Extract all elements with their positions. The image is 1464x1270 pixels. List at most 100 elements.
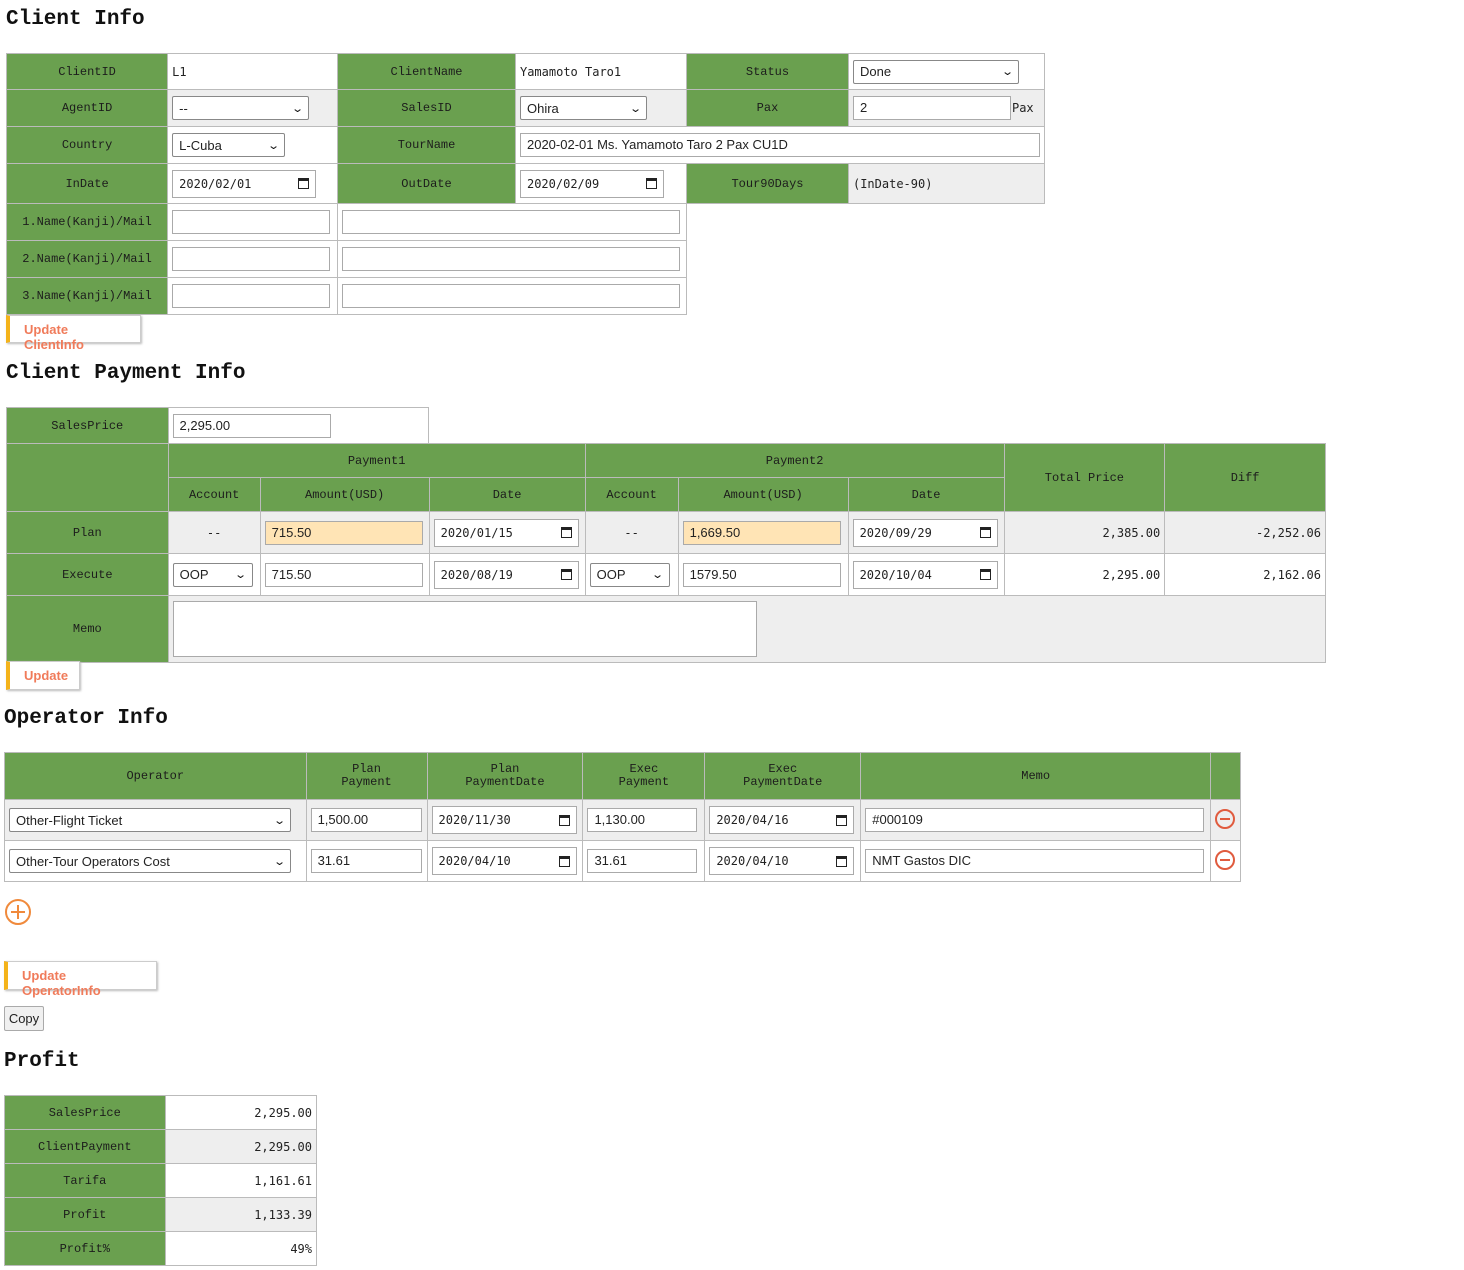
exec-p2-date-input[interactable]: 2020/10/04 xyxy=(852,560,998,589)
calendar-icon[interactable] xyxy=(558,814,570,826)
plan-p2-date-value: 2020/09/29 xyxy=(859,525,932,540)
exec-p2-amount-input[interactable]: 1579.50 xyxy=(682,562,841,587)
table-row: Other-Tour Operators Cost ⌄ 31.61 2020/04… xyxy=(4,840,1241,882)
tour-name-input[interactable]: 2020-02-01 Ms. Yamamoto Taro 2 Pax CU1D xyxy=(519,133,1040,157)
add-row-icon[interactable] xyxy=(5,899,31,925)
plan-p2-account: -- xyxy=(584,511,679,554)
calendar-icon[interactable] xyxy=(558,855,570,867)
exec-p1-account-select[interactable]: OOP ⌄ xyxy=(172,562,253,587)
operator-memo-input[interactable]: #000109 xyxy=(865,808,1205,832)
chevron-down-icon: ⌄ xyxy=(1000,66,1014,78)
operator-info-title: Operator Info xyxy=(4,707,168,730)
profit-row-label: Tarifa xyxy=(4,1163,166,1198)
exec-paymentdate-input[interactable]: 2020/04/10 xyxy=(709,847,855,875)
client-id-value: L1 xyxy=(167,53,339,90)
tour90-value: (InDate-90) xyxy=(847,163,1046,204)
exec-payment-input[interactable]: 1,130.00 xyxy=(587,808,698,832)
update-operatorinfo-button[interactable]: Update OperatorInfo xyxy=(4,961,157,998)
agent-id-selected-value: -- xyxy=(179,100,188,116)
plan-label: Plan xyxy=(6,511,169,554)
total-price-header: Total Price xyxy=(1003,443,1166,512)
calendar-icon[interactable] xyxy=(836,814,848,826)
name3-mail-input[interactable] xyxy=(342,284,681,308)
plan-p2-date-input[interactable]: 2020/09/29 xyxy=(852,518,998,547)
client-id-label: ClientID xyxy=(5,53,169,90)
plan-paymentdate-input[interactable]: 2020/04/10 xyxy=(431,847,577,875)
exec-p2-date-value: 2020/10/04 xyxy=(859,567,932,582)
name3-kanji-input[interactable] xyxy=(172,284,331,308)
plan-payment-input[interactable]: 31.61 xyxy=(310,849,422,873)
name2-mail-input[interactable] xyxy=(342,247,681,271)
calendar-icon[interactable] xyxy=(645,178,657,189)
plan-p1-amount-input[interactable]: 715.50 xyxy=(264,520,423,545)
client-info-title: Client Info xyxy=(6,8,145,31)
operator-memo-input[interactable]: NMT Gastos DIC xyxy=(865,849,1205,873)
memo-label: Memo xyxy=(6,595,169,663)
plan-payment-input[interactable]: 1,500.00 xyxy=(310,808,422,832)
agent-id-select[interactable]: -- ⌄ xyxy=(172,96,310,120)
country-select[interactable]: L-Cuba ⌄ xyxy=(172,133,286,157)
p2-date-header: Date xyxy=(847,477,1005,512)
payment1-header: Payment1 xyxy=(167,443,586,478)
exec-payment-header-line2: Payment xyxy=(618,775,670,789)
exec-p1-date-input[interactable]: 2020/08/19 xyxy=(433,560,579,589)
payment2-header: Payment2 xyxy=(584,443,1005,478)
plan-p2-amount-input[interactable]: 1,669.50 xyxy=(682,520,841,545)
operator-selected-value: Other-Tour Operators Cost xyxy=(16,853,170,869)
calendar-icon[interactable] xyxy=(979,527,991,538)
name1-mail-input[interactable] xyxy=(342,210,681,234)
calendar-icon[interactable] xyxy=(298,178,310,189)
profit-row-label: SalesPrice xyxy=(4,1095,166,1130)
update-payment-button[interactable]: Update xyxy=(6,661,80,690)
sales-price-input[interactable]: 2,295.00 xyxy=(172,413,331,438)
exec-p1-amount-input[interactable]: 715.50 xyxy=(264,562,423,587)
operator-select[interactable]: Other-Tour Operators Cost ⌄ xyxy=(9,849,291,873)
plan-diff: -2,252.06 xyxy=(1164,511,1326,554)
update-clientinfo-button[interactable]: Update ClientInfo xyxy=(6,315,141,352)
name1-label: 1.Name(Kanji)/Mail xyxy=(5,203,169,241)
calendar-icon[interactable] xyxy=(979,569,991,580)
remove-row-icon[interactable] xyxy=(1215,808,1236,829)
in-date-value: 2020/02/01 xyxy=(179,176,252,191)
client-name-label: ClientName xyxy=(337,53,516,90)
payment-memo-textarea[interactable] xyxy=(172,601,757,657)
plan-p1-date-value: 2020/01/15 xyxy=(440,525,513,540)
chevron-down-icon: ⌄ xyxy=(234,569,248,581)
sales-id-selected-value: Ohira xyxy=(526,100,559,116)
copy-button[interactable]: Copy xyxy=(4,1006,44,1031)
p2-amount-header: Amount(USD) xyxy=(677,477,849,512)
table-row: Profit% 49% xyxy=(4,1231,318,1266)
pax-unit: Pax xyxy=(1011,100,1034,115)
status-select[interactable]: Done ⌄ xyxy=(852,59,1019,84)
pax-input[interactable]: 2 xyxy=(852,96,1011,120)
in-date-input[interactable]: 2020/02/01 xyxy=(172,169,317,198)
calendar-icon[interactable] xyxy=(560,569,572,580)
p1-account-header: Account xyxy=(167,477,261,512)
client-info-table: ClientID L1 ClientName Yamamoto Taro1 St… xyxy=(5,53,1046,315)
remove-row-icon[interactable] xyxy=(1215,849,1236,870)
out-date-label: OutDate xyxy=(337,163,516,204)
calendar-icon[interactable] xyxy=(560,527,572,538)
exec-paymentdate-input[interactable]: 2020/04/16 xyxy=(709,806,855,834)
exec-payment-header-line1: Exec xyxy=(629,762,659,776)
out-date-input[interactable]: 2020/02/09 xyxy=(519,169,664,198)
plan-payment-header-line2: Payment xyxy=(341,775,392,789)
operator-header: Operator xyxy=(4,752,307,800)
calendar-icon[interactable] xyxy=(836,855,848,867)
name2-kanji-input[interactable] xyxy=(172,247,331,271)
exec-payment-header: Exec Payment xyxy=(582,752,706,800)
chevron-down-icon: ⌄ xyxy=(291,102,304,115)
sales-price-table: SalesPrice 2,295.00 xyxy=(6,407,430,444)
profit-row-value: 1,133.39 xyxy=(164,1197,318,1232)
p2-account-header: Account xyxy=(584,477,679,512)
profit-row-value: 2,295.00 xyxy=(164,1095,318,1130)
operator-select[interactable]: Other-Flight Ticket ⌄ xyxy=(9,808,291,832)
plan-p1-date-input[interactable]: 2020/01/15 xyxy=(433,518,579,547)
name1-kanji-input[interactable] xyxy=(172,210,331,234)
name3-label: 3.Name(Kanji)/Mail xyxy=(5,277,169,315)
plan-paymentdate-input[interactable]: 2020/11/30 xyxy=(431,806,577,834)
exec-p2-account-select[interactable]: OOP ⌄ xyxy=(589,562,670,587)
exec-payment-input[interactable]: 31.61 xyxy=(587,849,698,873)
sales-id-select[interactable]: Ohira ⌄ xyxy=(519,96,647,120)
profit-table: SalesPrice 2,295.00 ClientPayment 2,295.… xyxy=(4,1095,318,1266)
